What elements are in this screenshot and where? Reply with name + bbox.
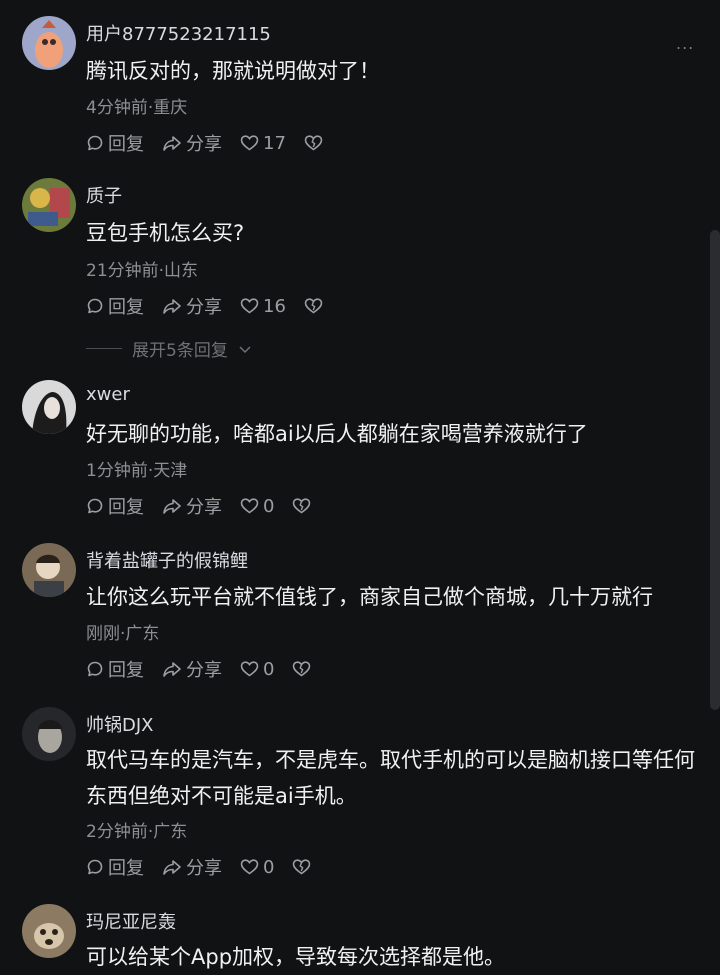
avatar[interactable] <box>22 16 76 70</box>
username[interactable]: 玛尼亚尼轰 <box>86 908 176 934</box>
reply-button[interactable]: 回复 <box>86 493 144 519</box>
comment-actions: 回复 分享 17 <box>86 129 341 157</box>
like-count: 0 <box>263 856 275 878</box>
like-button[interactable]: 0 <box>240 496 274 517</box>
like-button[interactable]: 0 <box>240 659 274 680</box>
broken-heart-icon <box>292 858 311 876</box>
comment-text: 取代马车的是汽车，不是虎车。取代手机的可以是脑机接口等任何东西但绝对不可能是ai… <box>86 748 695 808</box>
comment-actions: 回复 分享 0 <box>86 492 329 520</box>
avatar[interactable] <box>22 904 76 958</box>
comment-text: 腾讯反对的，那就说明做对了！ <box>86 59 380 83</box>
share-label: 分享 <box>186 297 222 318</box>
reply-label: 回复 <box>108 497 144 518</box>
comment-meta: 4分钟前·重庆 <box>86 98 188 118</box>
avatar[interactable] <box>22 380 76 434</box>
comment-bubble-icon <box>86 134 104 152</box>
comment-meta: 刚刚·广东 <box>86 624 160 644</box>
share-button[interactable]: 分享 <box>162 293 222 319</box>
chevron-down-icon <box>238 339 252 359</box>
reply-button[interactable]: 回复 <box>86 130 144 156</box>
username[interactable]: 帅锅DJX <box>86 711 154 737</box>
share-arrow-icon <box>162 497 182 515</box>
dislike-button[interactable] <box>304 134 323 152</box>
comment-meta: 21分钟前·山东 <box>86 261 199 281</box>
like-count: 17 <box>263 132 286 154</box>
like-count: 0 <box>263 658 275 680</box>
share-label: 分享 <box>186 660 222 681</box>
avatar[interactable] <box>22 543 76 597</box>
broken-heart-icon <box>292 497 311 515</box>
like-button[interactable]: 16 <box>240 296 286 317</box>
comment-bubble-icon <box>86 858 104 876</box>
like-count: 0 <box>263 495 275 517</box>
dislike-button[interactable] <box>292 660 311 678</box>
heart-icon <box>240 497 259 515</box>
like-count: 16 <box>263 295 286 317</box>
comment-actions: 回复 分享 16 <box>86 292 341 320</box>
reply-button[interactable]: 回复 <box>86 656 144 682</box>
dislike-button[interactable] <box>304 297 323 315</box>
comment-bubble-icon <box>86 297 104 315</box>
reply-label: 回复 <box>108 297 144 318</box>
comment-meta: 1分钟前·天津 <box>86 461 188 481</box>
comment-text: 可以给某个App加权，导致每次选择都是他。 <box>86 945 506 969</box>
share-button[interactable]: 分享 <box>162 854 222 880</box>
share-arrow-icon <box>162 134 182 152</box>
comment-bubble-icon <box>86 660 104 678</box>
reply-button[interactable]: 回复 <box>86 854 144 880</box>
comment-meta: 2分钟前·广东 <box>86 822 188 842</box>
comment-actions: 回复 分享 0 <box>86 853 329 881</box>
share-arrow-icon <box>162 660 182 678</box>
expand-replies-button[interactable]: 展开5条回复 <box>86 336 252 361</box>
reply-button[interactable]: 回复 <box>86 293 144 319</box>
broken-heart-icon <box>292 660 311 678</box>
heart-icon <box>240 858 259 876</box>
username[interactable]: 背着盐罐子的假锦鲤 <box>86 547 248 573</box>
username[interactable]: xwer <box>86 384 130 405</box>
comment-actions: 回复 分享 0 <box>86 655 329 683</box>
reply-label: 回复 <box>108 660 144 681</box>
more-options-button[interactable]: ... <box>676 34 694 53</box>
share-arrow-icon <box>162 297 182 315</box>
share-button[interactable]: 分享 <box>162 130 222 156</box>
expand-replies-label: 展开5条回复 <box>132 341 228 361</box>
share-label: 分享 <box>186 497 222 518</box>
share-label: 分享 <box>186 858 222 879</box>
like-button[interactable]: 17 <box>240 133 286 154</box>
heart-icon <box>240 660 259 678</box>
share-button[interactable]: 分享 <box>162 656 222 682</box>
comment-text: 好无聊的功能，啥都ai以后人都躺在家喝营养液就行了 <box>86 422 588 446</box>
share-arrow-icon <box>162 858 182 876</box>
comment-list: 用户8777523217115 ... 腾讯反对的，那就说明做对了！ 4分钟前·… <box>0 0 720 974</box>
avatar[interactable] <box>22 178 76 232</box>
share-button[interactable]: 分享 <box>162 493 222 519</box>
username[interactable]: 用户8777523217115 <box>86 20 271 46</box>
scrollbar[interactable] <box>710 230 720 710</box>
broken-heart-icon <box>304 297 323 315</box>
comment-bubble-icon <box>86 497 104 515</box>
dislike-button[interactable] <box>292 858 311 876</box>
reply-label: 回复 <box>108 858 144 879</box>
broken-heart-icon <box>304 134 323 152</box>
dislike-button[interactable] <box>292 497 311 515</box>
heart-icon <box>240 134 259 152</box>
heart-icon <box>240 297 259 315</box>
reply-label: 回复 <box>108 134 144 155</box>
username[interactable]: 质子 <box>86 182 122 208</box>
avatar[interactable] <box>22 707 76 761</box>
comment-text: 豆包手机怎么买? <box>86 221 245 245</box>
share-label: 分享 <box>186 134 222 155</box>
divider-line <box>86 348 122 349</box>
comment-text: 让你这么玩平台就不值钱了，商家自己做个商城，几十万就行 <box>86 585 653 609</box>
like-button[interactable]: 0 <box>240 857 274 878</box>
